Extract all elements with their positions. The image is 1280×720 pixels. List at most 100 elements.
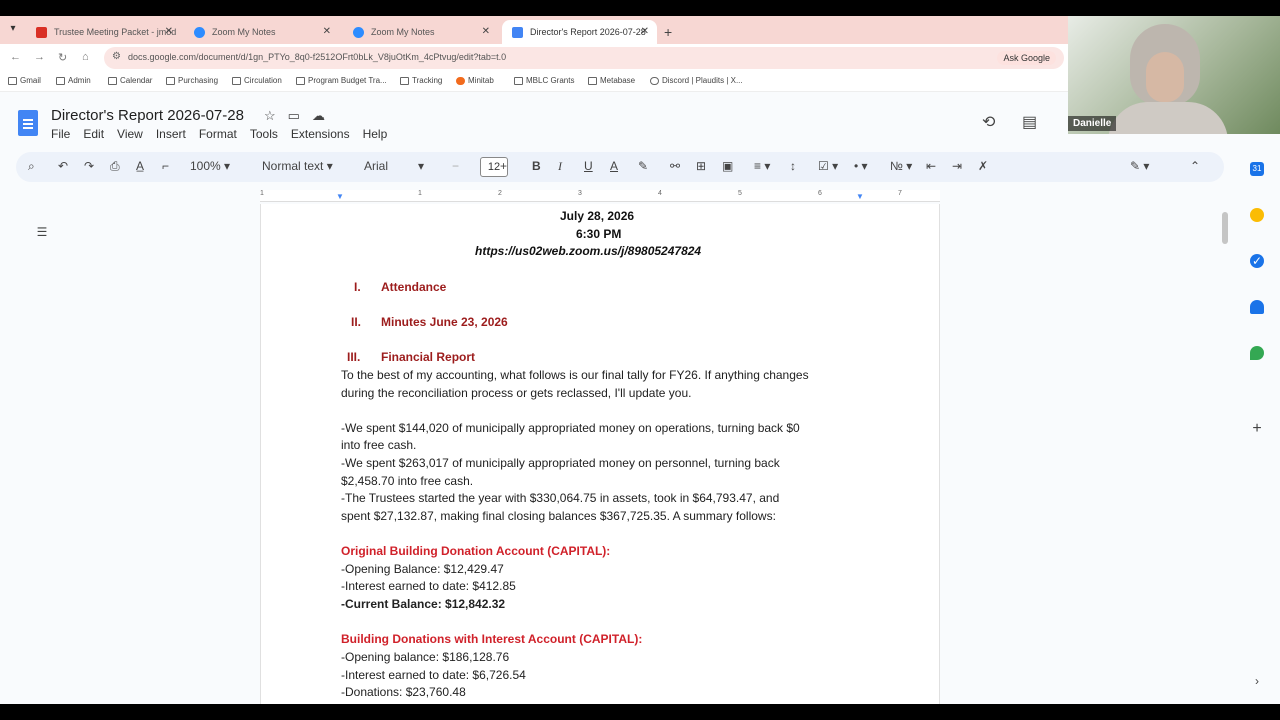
menu-view[interactable]: View xyxy=(117,127,143,141)
italic-icon[interactable]: I xyxy=(558,159,562,174)
spellcheck-icon[interactable]: A̲ xyxy=(136,159,144,173)
checklist-icon[interactable]: ☑ ▾ xyxy=(818,159,838,173)
keep-icon[interactable] xyxy=(1250,208,1264,222)
url-bar[interactable]: ⚙ docs.google.com/document/d/1gn_PTYo_8q… xyxy=(104,47,1064,69)
numbered-list-icon[interactable]: № ▾ xyxy=(890,159,912,173)
folder-icon xyxy=(588,77,597,85)
bookmark-item[interactable]: Program Budget Tra... xyxy=(296,76,387,85)
menu-format[interactable]: Format xyxy=(199,127,237,141)
menu-edit[interactable]: Edit xyxy=(83,127,104,141)
close-icon[interactable]: ✕ xyxy=(165,20,173,44)
account-line: -Opening Balance: $12,429.47 xyxy=(341,562,504,576)
increase-indent-icon[interactable]: ⇥ xyxy=(952,159,962,173)
browser-tab-strip: ▾ Trustee Meeting Packet - jmod ✕ Zoom M… xyxy=(0,16,1068,44)
bookmark-item[interactable]: Gmail xyxy=(8,76,41,85)
close-icon[interactable]: ✕ xyxy=(482,20,490,44)
add-addon-icon[interactable]: + xyxy=(1250,421,1264,437)
version-history-icon[interactable]: ⟲ xyxy=(982,112,995,132)
document-title[interactable]: Director's Report 2026-07-28 xyxy=(51,107,244,124)
chevron-right-icon[interactable]: › xyxy=(1250,674,1264,688)
folder-icon xyxy=(56,77,65,85)
url-text: docs.google.com/document/d/1gn_PTYo_8q0-… xyxy=(128,52,507,62)
ruler[interactable]: 1 ▼ 1 2 3 4 5 6 7 ▼ xyxy=(260,190,940,202)
bookmark-item[interactable]: Minitab xyxy=(456,76,494,85)
back-icon[interactable]: ← xyxy=(10,51,21,63)
paint-format-icon[interactable]: ⌐ xyxy=(162,159,169,173)
right-indent-marker-icon[interactable]: ▼ xyxy=(856,192,864,201)
close-icon[interactable]: ✕ xyxy=(323,20,331,44)
zoom-link[interactable]: https://us02web.zoom.us/j/89805247824 xyxy=(475,244,701,258)
text-color-icon[interactable]: A xyxy=(610,159,618,173)
bookmark-item[interactable]: Admin xyxy=(56,76,91,85)
browser-tab-2[interactable]: Zoom My Notes ✕ xyxy=(184,20,339,44)
new-tab-button[interactable]: + xyxy=(664,20,672,44)
site-info-icon[interactable]: ⚙ xyxy=(112,51,121,62)
reload-icon[interactable]: ↻ xyxy=(58,51,67,64)
bookmark-item[interactable]: Tracking xyxy=(400,76,442,85)
clear-formatting-icon[interactable]: ✗ xyxy=(978,159,988,173)
insert-image-icon[interactable]: ▣ xyxy=(722,159,733,173)
letterbox-bottom xyxy=(0,704,1280,720)
font-select[interactable]: Arial ▾ xyxy=(364,159,424,173)
left-indent-marker-icon[interactable]: ▼ xyxy=(336,192,344,201)
document-outline-icon[interactable]: ☰ xyxy=(32,222,52,242)
bold-icon[interactable]: B xyxy=(532,159,541,173)
section-number: II. xyxy=(351,315,362,329)
home-icon[interactable]: ⌂ xyxy=(82,51,89,63)
sheets-icon xyxy=(296,77,305,85)
bookmark-item[interactable]: MBLC Grants xyxy=(514,76,574,85)
tab-search-icon[interactable]: ▾ xyxy=(6,22,20,36)
align-icon[interactable]: ≡ ▾ xyxy=(754,159,770,173)
print-icon[interactable]: ⎙ xyxy=(110,159,120,174)
menu-tools[interactable]: Tools xyxy=(250,127,278,141)
link-icon[interactable]: ⚯ xyxy=(670,159,680,173)
browser-tab-3[interactable]: Zoom My Notes ✕ xyxy=(343,20,498,44)
ask-google-button[interactable]: Ask Google xyxy=(997,51,1056,65)
star-icon[interactable]: ☆ xyxy=(264,108,276,123)
add-comment-icon[interactable]: ⊞ xyxy=(696,159,706,173)
tasks-icon[interactable]: ✓ xyxy=(1250,254,1264,268)
collapse-menus-icon[interactable]: ⌃ xyxy=(1190,159,1200,173)
paragraph-style-select[interactable]: Normal text ▾ xyxy=(262,159,333,173)
calendar-icon[interactable]: 31 xyxy=(1250,162,1264,176)
redo-icon[interactable]: ↷ xyxy=(84,159,94,173)
account-line: -Donations: $23,760.48 xyxy=(341,685,466,699)
contacts-icon[interactable] xyxy=(1250,300,1264,314)
bookmark-item[interactable]: Discord | Plaudits | X... xyxy=(650,76,743,85)
document-page[interactable]: July 28, 2026 6:30 PM https://us02web.zo… xyxy=(260,204,940,714)
browser-tab-4-active[interactable]: Director's Report 2026-07-28 ✕ xyxy=(502,20,657,44)
folder-icon xyxy=(232,77,241,85)
decrease-indent-icon[interactable]: ⇤ xyxy=(926,159,936,173)
menu-help[interactable]: Help xyxy=(363,127,388,141)
line-spacing-icon[interactable]: ↕ xyxy=(790,159,796,173)
browser-tab-1[interactable]: Trustee Meeting Packet - jmod ✕ xyxy=(26,20,181,44)
scrollbar-thumb[interactable] xyxy=(1222,212,1228,244)
decrease-font-size-button[interactable]: − xyxy=(452,159,459,173)
undo-icon[interactable]: ↶ xyxy=(58,159,68,173)
move-folder-icon[interactable]: ▭ xyxy=(288,108,300,123)
highlight-icon[interactable]: ✎ xyxy=(638,159,648,173)
zoom-video-tile[interactable]: Danielle xyxy=(1068,16,1280,134)
menu-extensions[interactable]: Extensions xyxy=(291,127,350,141)
google-docs-icon[interactable] xyxy=(18,110,38,136)
folder-icon xyxy=(400,77,409,85)
editing-mode-icon[interactable]: ✎ ▾ xyxy=(1130,159,1149,173)
comments-icon[interactable]: ▤ xyxy=(1022,112,1037,132)
bookmark-item[interactable]: Purchasing xyxy=(166,76,218,85)
search-icon[interactable]: ⌕ xyxy=(28,159,35,174)
menu-file[interactable]: File xyxy=(51,127,70,141)
bookmark-item[interactable]: Circulation xyxy=(232,76,282,85)
cloud-status-icon[interactable]: ☁ xyxy=(312,108,325,123)
close-icon[interactable]: ✕ xyxy=(641,20,649,44)
paragraph-line: -We spent $263,017 of municipally approp… xyxy=(341,456,780,470)
menu-bar: File Edit View Insert Format Tools Extensions H… xyxy=(51,127,400,141)
zoom-select[interactable]: 100% ▾ xyxy=(190,159,230,173)
bookmark-item[interactable]: Calendar xyxy=(108,76,152,85)
maps-icon[interactable] xyxy=(1250,346,1264,360)
increase-font-size-button[interactable]: + xyxy=(500,159,507,173)
bookmark-item[interactable]: Metabase xyxy=(588,76,635,85)
underline-icon[interactable]: U xyxy=(584,159,593,173)
bulleted-list-icon[interactable]: • ▾ xyxy=(854,159,868,173)
menu-insert[interactable]: Insert xyxy=(156,127,186,141)
forward-icon[interactable]: → xyxy=(34,51,45,63)
